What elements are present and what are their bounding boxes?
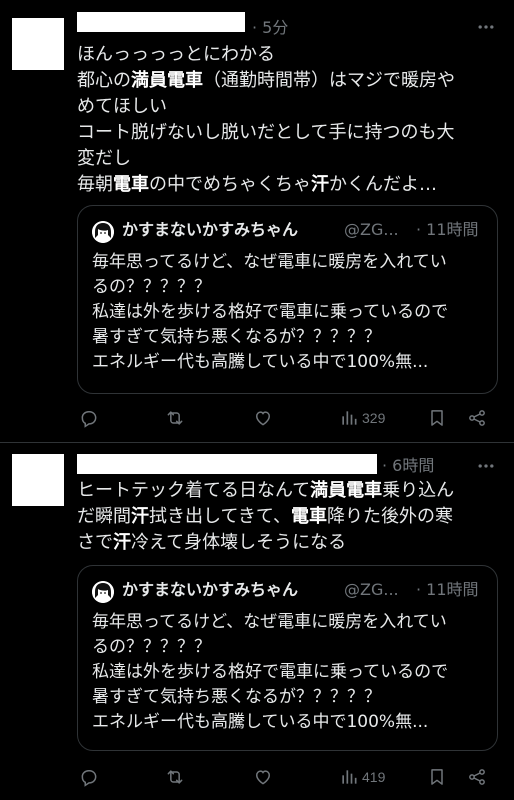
quoted-avatar [92,581,114,603]
post-timestamp[interactable]: · 6時間 [382,455,434,477]
share-button[interactable] [467,764,487,790]
action-bar: 329 [77,405,497,431]
post-text-line: めてほしい [77,94,497,120]
quoted-text-line: エネルギー代も高騰している中で100%無... [92,712,429,732]
post-divider [0,442,514,443]
timeline-feed: · 5分 ほんっっっっとにわかる 都心の満員電車（通勤時間帯）はマジで暖房や めてほ… [0,0,514,800]
view-count: 329 [362,410,386,426]
quoted-avatar [92,221,114,243]
views-button[interactable]: 419 [339,764,385,790]
text-segment: （通勤時間帯）はマジで暖房や [203,70,455,91]
quoted-text-line: 暑すぎて気持ち悪くなるが？？？？？ [92,687,381,707]
highlighted-keyword: 電車 [113,174,149,195]
reply-button[interactable] [79,405,99,431]
post[interactable]: · 5分 ほんっっっっとにわかる 都心の満員電車（通勤時間帯）はマジで暖房や めてほ… [0,0,514,442]
post-text-line: 都心の満員電車（通勤時間帯）はマジで暖房や [77,68,497,94]
repost-button[interactable] [165,764,185,790]
post-text-line: ヒートテック着てる日なんて満員電車乗り込ん [77,478,497,504]
redacted-author-name[interactable] [77,12,245,32]
quoted-post[interactable]: かすまないかすみちゃん @ZG... · 11時間 毎年思ってるけど、なぜ電車に… [77,205,498,394]
highlighted-keyword: 汗 [131,506,149,527]
quoted-text-line: 毎年思ってるけど、なぜ電車に暖房を入れてい [92,612,447,632]
reply-button[interactable] [79,764,99,790]
like-button[interactable] [253,405,273,431]
quoted-text-line: るの？？？？？ [92,277,211,297]
text-segment: 拭き出してきて、 [149,506,292,527]
quoted-text-line: 暑すぎて気持ち悪くなるが？？？？？ [92,327,381,347]
highlighted-keyword: 満員電車 [310,480,383,501]
post-text-line: さで汗冷えて身体壊しそうになる [77,530,497,556]
quoted-text: 毎年思ってるけど、なぜ電車に暖房を入れてい るの？？？？？ 私達は外を歩ける格好で電… [92,610,487,735]
post-text-line: だ瞬間汗拭き出してきて、電車降りた後外の寒 [77,504,497,530]
text-segment: 変だし [77,148,131,169]
reply-icon [81,770,97,787]
bookmark-button[interactable] [427,764,447,790]
repost-button[interactable] [165,405,185,431]
text-segment: コート脱げないし脱いだとして手に持つのも大 [77,122,455,143]
avatar[interactable] [12,454,64,506]
quoted-display-name[interactable]: かすまないかすみちゃん [122,219,298,241]
quoted-handle[interactable]: @ZG... [344,579,399,601]
highlighted-keyword: 満員電車 [131,70,203,91]
repost-icon [167,770,183,784]
like-button[interactable] [253,764,273,790]
view-count: 419 [362,769,386,785]
reply-icon [81,411,97,428]
bookmark-icon [431,410,443,426]
quoted-text-line: るの？？？？？ [92,637,211,657]
views-button[interactable]: 329 [339,405,385,431]
text-segment: 冷えて身体壊しそうになる [131,532,347,553]
more-icon[interactable] [476,17,496,37]
quoted-text-line: 私達は外を歩ける格好で電車に乗っているので [92,662,449,682]
text-segment: 降りた後外の寒 [327,506,454,527]
text-segment: 都心の [77,70,131,91]
text-segment: 毎朝 [77,174,113,195]
quoted-handle[interactable]: @ZG... [344,219,399,241]
views-icon [342,770,357,784]
like-icon [255,411,271,426]
quoted-post[interactable]: かすまないかすみちゃん @ZG... · 11時間 毎年思ってるけど、なぜ電車に… [77,565,498,751]
highlighted-keyword: 電車 [291,506,328,527]
text-segment: めてほしい [77,96,167,117]
highlighted-keyword: 汗 [113,532,131,553]
text-segment: だ瞬間 [77,506,131,527]
text-segment: さで [77,532,113,553]
post-text-line: コート脱げないし脱いだとして手に持つのも大 [77,120,497,146]
quoted-text-line: 私達は外を歩ける格好で電車に乗っているので [92,302,449,322]
more-icon[interactable] [476,456,496,476]
quoted-timestamp[interactable]: · 11時間 [416,579,479,601]
share-icon [469,410,485,426]
post-timestamp[interactable]: · 5分 [252,17,288,39]
post[interactable]: · 6時間 ヒートテック着てる日なんて満員電車乗り込ん だ瞬間汗拭き出してきて、電… [0,444,514,800]
views-icon [342,411,357,425]
bookmark-icon [431,769,443,785]
avatar[interactable] [12,18,64,70]
redacted-author-name[interactable] [77,454,377,474]
text-segment: ヒートテック着てる日なんて [77,480,311,501]
text-segment: かくんだよ… [329,174,437,195]
quoted-timestamp[interactable]: · 11時間 [416,219,479,241]
text-segment: ほんっっっっとにわかる [77,44,275,65]
quoted-text-line: エネルギー代も高騰している中で100%無... [92,352,429,372]
post-text: ほんっっっっとにわかる 都心の満員電車（通勤時間帯）はマジで暖房や めてほしい コート… [77,42,497,198]
text-segment: 乗り込ん [382,480,455,501]
post-text-line: ほんっっっっとにわかる [77,42,497,68]
like-icon [255,770,271,785]
post-text: ヒートテック着てる日なんて満員電車乗り込ん だ瞬間汗拭き出してきて、電車降りた後外… [77,478,497,556]
share-button[interactable] [467,405,487,431]
repost-icon [167,411,183,425]
quoted-text-line: 毎年思ってるけど、なぜ電車に暖房を入れてい [92,252,447,272]
quoted-text: 毎年思ってるけど、なぜ電車に暖房を入れてい るの？？？？？ 私達は外を歩ける格好で電… [92,250,487,375]
share-icon [469,769,485,785]
quoted-display-name[interactable]: かすまないかすみちゃん [122,579,298,601]
bookmark-button[interactable] [427,405,447,431]
text-segment: の中でめちゃくちゃ [149,174,311,195]
highlighted-keyword: 汗 [311,174,329,195]
post-text-line: 毎朝電車の中でめちゃくちゃ汗かくんだよ… [77,172,497,198]
post-text-line: 変だし [77,146,497,172]
action-bar: 419 [77,764,497,790]
